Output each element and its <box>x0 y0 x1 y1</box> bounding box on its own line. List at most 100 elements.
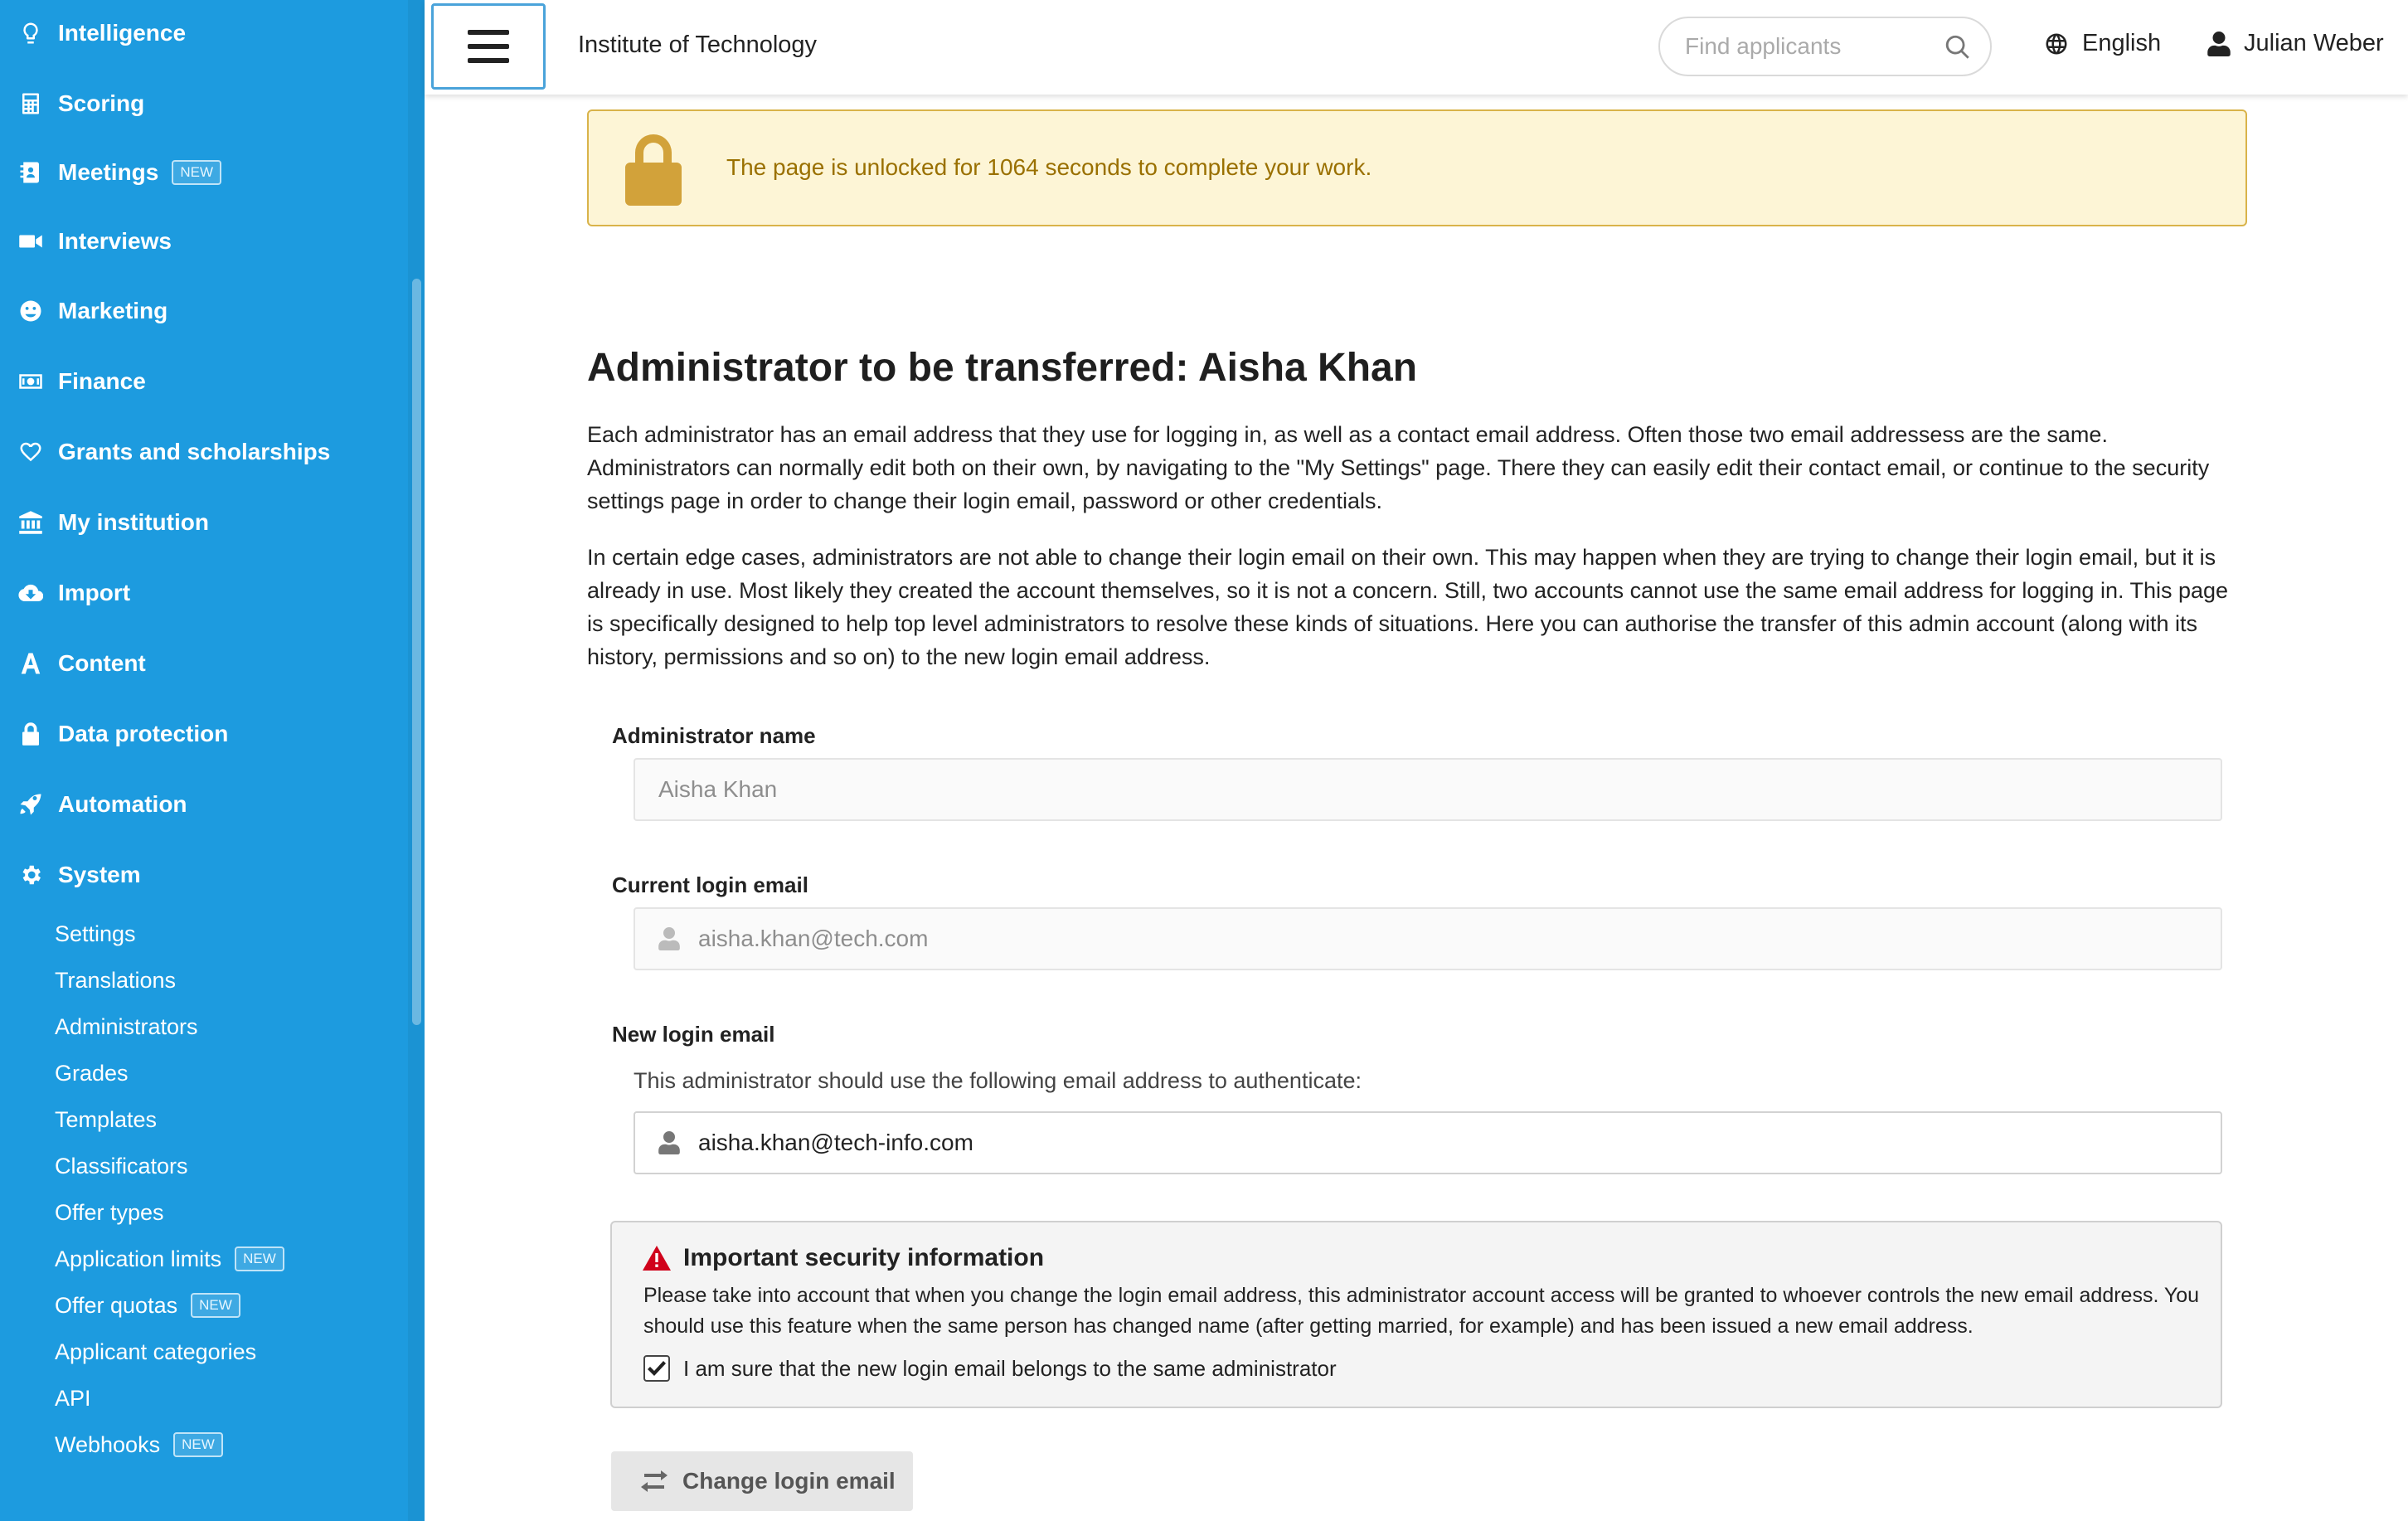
admin-name-value: Aisha Khan <box>658 776 778 802</box>
checkmark-icon <box>648 1361 666 1376</box>
sidebar-subitem-api[interactable]: API <box>55 1380 91 1417</box>
sidebar-item-interviews[interactable]: Interviews <box>18 221 172 262</box>
top-bar: Institute of Technology English Julian W… <box>425 0 2408 95</box>
exchange-icon <box>641 1470 668 1492</box>
sidebar-item-label: Intelligence <box>58 20 187 46</box>
gear-icon <box>22 865 41 885</box>
user-icon <box>658 927 680 950</box>
sidebar-item-label: Content <box>58 650 146 676</box>
sidebar-item-label: My institution <box>58 509 209 535</box>
current-email-field: aisha.khan@tech.com <box>634 907 2222 970</box>
user-menu[interactable]: Julian Weber <box>2207 30 2384 57</box>
sidebar-item-automation[interactable]: Automation <box>18 784 187 825</box>
sidebar-subitem-applicant-categories[interactable]: Applicant categories <box>55 1334 256 1370</box>
subitem-label: Translations <box>55 967 177 993</box>
lock-icon <box>22 722 39 746</box>
new-email-field[interactable]: aisha.khan@tech-info.com <box>634 1111 2222 1174</box>
user-icon <box>658 1131 680 1154</box>
subitem-label: Classificators <box>55 1153 188 1178</box>
sidebar-item-label: Interviews <box>58 228 172 254</box>
subitem-label: Administrators <box>55 1013 198 1039</box>
subitem-label: Application limits <box>55 1246 222 1271</box>
money-bill-icon <box>19 374 42 389</box>
sidebar-subitem-offer-quotas[interactable]: Offer quotas NEW <box>55 1287 240 1324</box>
hamburger-menu-button[interactable] <box>431 3 546 90</box>
confirm-checkbox-row[interactable]: I am sure that the new login email belon… <box>643 1355 1337 1382</box>
sidebar-subitem-offer-types[interactable]: Offer types <box>55 1194 164 1231</box>
sidebar-item-scoring[interactable]: Scoring <box>18 83 144 124</box>
sidebar-item-my-institution[interactable]: My institution <box>18 502 209 543</box>
globe-icon <box>2046 33 2067 54</box>
sidebar-scrollbar[interactable] <box>412 279 421 1025</box>
address-book-icon <box>20 162 39 183</box>
sidebar-item-meetings[interactable]: Meetings NEW <box>18 152 222 193</box>
security-info-box: Important security information Please ta… <box>610 1221 2222 1408</box>
hamburger-icon <box>468 30 509 63</box>
new-badge: NEW <box>191 1293 240 1318</box>
subitem-label: Webhooks <box>55 1431 161 1457</box>
sidebar-item-grants[interactable]: Grants and scholarships <box>18 431 330 473</box>
user-icon <box>2207 31 2231 56</box>
subitem-label: API <box>55 1385 91 1411</box>
institution-icon <box>19 511 42 534</box>
description-paragraph-2: In certain edge cases, administrators ar… <box>587 545 2229 669</box>
search-box <box>1658 17 1992 76</box>
subitem-label: Grades <box>55 1060 129 1086</box>
sidebar-item-label: Import <box>58 580 131 605</box>
sidebar-item-label: Automation <box>58 791 187 817</box>
unlock-message: The page is unlocked for 1064 seconds to… <box>726 154 1372 180</box>
subitem-label: Offer quotas <box>55 1292 178 1318</box>
calculator-icon <box>22 93 39 114</box>
sidebar-subitem-settings[interactable]: Settings <box>55 916 136 952</box>
warning-icon <box>643 1246 671 1271</box>
lightbulb-icon <box>23 22 38 44</box>
sidebar-subitem-translations[interactable]: Translations <box>55 962 176 999</box>
search-input[interactable] <box>1685 33 1950 60</box>
change-login-email-button[interactable]: Change login email <box>611 1451 913 1511</box>
sidebar-item-data-protection[interactable]: Data protection <box>18 713 228 755</box>
subitem-label: Settings <box>55 921 136 946</box>
sidebar-item-intelligence[interactable]: Intelligence <box>18 12 186 54</box>
sidebar-subitem-grades[interactable]: Grades <box>55 1055 129 1091</box>
smile-icon <box>20 300 41 322</box>
unlock-alert: The page is unlocked for 1064 seconds to… <box>587 109 2247 226</box>
subitem-label: Offer types <box>55 1199 164 1225</box>
admin-name-label: Administrator name <box>612 723 816 748</box>
security-text: Please take into account that when you c… <box>643 1284 2200 1338</box>
sidebar-item-label: Finance <box>58 368 146 394</box>
new-badge: NEW <box>235 1246 284 1271</box>
font-icon <box>21 653 41 674</box>
sidebar-item-label: Marketing <box>58 298 168 323</box>
new-badge: NEW <box>172 160 222 185</box>
sidebar-subitem-administrators[interactable]: Administrators <box>55 1008 198 1045</box>
new-email-label: New login email <box>612 1022 775 1047</box>
user-name: Julian Weber <box>2244 30 2384 56</box>
subitem-label: Applicant categories <box>55 1339 257 1364</box>
description-paragraph-1: Each administrator has an email address … <box>587 422 2210 513</box>
sidebar-item-finance[interactable]: Finance <box>18 361 146 402</box>
rocket-icon <box>20 794 41 815</box>
sidebar-item-import[interactable]: Import <box>18 572 130 614</box>
organization-name: Institute of Technology <box>578 32 818 58</box>
sidebar-subitem-templates[interactable]: Templates <box>55 1101 157 1138</box>
change-login-email-label: Change login email <box>682 1468 896 1494</box>
heart-icon <box>20 442 41 462</box>
sidebar-item-system[interactable]: System <box>18 854 141 896</box>
search-icon[interactable] <box>1944 33 1972 61</box>
new-badge: NEW <box>173 1432 223 1457</box>
sidebar-subitem-application-limits[interactable]: Application limits NEW <box>55 1241 284 1277</box>
sidebar-subitem-webhooks[interactable]: Webhooks NEW <box>55 1426 223 1463</box>
lock-icon <box>625 134 682 206</box>
sidebar-item-content[interactable]: Content <box>18 643 146 684</box>
page-title: Administrator to be transferred: Aisha K… <box>587 346 1418 390</box>
sidebar-item-marketing[interactable]: Marketing <box>18 290 167 332</box>
security-title-text: Important security information <box>683 1244 1045 1271</box>
language-label: English <box>2082 30 2162 56</box>
admin-name-field: Aisha Khan <box>634 758 2222 821</box>
sidebar-item-label: Meetings <box>58 159 159 185</box>
language-selector[interactable]: English <box>2044 30 2161 57</box>
sidebar-subitem-classificators[interactable]: Classificators <box>55 1148 188 1184</box>
sidebar-item-label: Grants and scholarships <box>58 439 331 464</box>
current-email-label: Current login email <box>612 872 808 897</box>
confirm-checkbox[interactable] <box>643 1355 670 1382</box>
